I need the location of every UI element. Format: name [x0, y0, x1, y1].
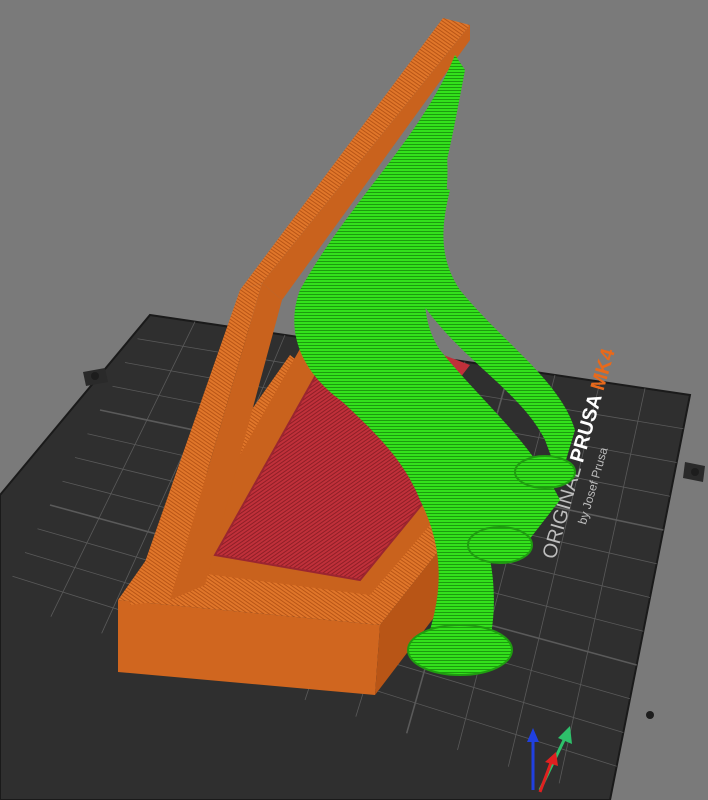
- bed-hole-left: [91, 372, 99, 380]
- 3d-viewport[interactable]: ORIGINAL PRUSA MK4 by Josef Prusa: [0, 0, 708, 800]
- support-base-3: [514, 455, 576, 489]
- print-preview-scene[interactable]: ORIGINAL PRUSA MK4 by Josef Prusa: [0, 0, 708, 800]
- support-base-2: [467, 526, 533, 564]
- bed-hole-right: [691, 468, 699, 476]
- support-base-1: [407, 624, 513, 676]
- bed-hole-right-low: [646, 711, 654, 719]
